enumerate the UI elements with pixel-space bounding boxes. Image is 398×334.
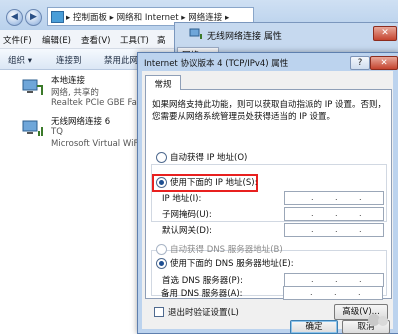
menu-tools[interactable]: 工具(T) bbox=[120, 34, 149, 46]
preferred-dns-label: 首选 DNS 服务器(P): bbox=[162, 276, 243, 286]
disable-device-button[interactable]: 禁用此网 bbox=[104, 54, 138, 66]
forward-arrow-icon: ▶ bbox=[30, 12, 37, 22]
manual-ip-label: 使用下面的 IP 地址(S): bbox=[170, 178, 258, 188]
wireless-adapter-icon bbox=[22, 120, 43, 136]
help-icon: ? bbox=[357, 58, 363, 68]
close-button[interactable]: ✕ bbox=[370, 56, 398, 70]
close-button[interactable]: ✕ bbox=[373, 26, 397, 41]
validate-settings-label: 退出时验证设置(L) bbox=[168, 308, 239, 318]
alternate-dns-label: 备用 DNS 服务器(A): bbox=[161, 289, 243, 299]
control-panel-icon bbox=[51, 11, 64, 23]
description-line-2: 您需要从网络系统管理员处获得适当的 IP 设置。 bbox=[152, 112, 336, 122]
network-adapter-icon bbox=[22, 79, 43, 95]
manual-ip-radio[interactable] bbox=[156, 177, 167, 188]
connection-status: 网络, 共享的 bbox=[51, 88, 99, 98]
list-item[interactable]: 无线网络连接 6 TQ Microsoft Virtual WiFi bbox=[0, 111, 141, 153]
auto-dns-label: 自动获得 DNS 服务器地址(B) bbox=[170, 245, 283, 255]
connection-status: TQ bbox=[51, 127, 63, 137]
ip-address-field[interactable]: ... bbox=[284, 191, 384, 205]
tab-general[interactable]: 常规 bbox=[145, 75, 181, 90]
dialog-title: Internet 协议版本 4 (TCP/IPv4) 属性 bbox=[144, 59, 289, 69]
connection-adapter: Realtek PCIe GBE Fami bbox=[51, 98, 148, 108]
auto-ip-radio[interactable] bbox=[156, 152, 167, 163]
subnet-mask-field[interactable]: ... bbox=[284, 207, 384, 221]
subnet-mask-label: 子网掩码(U): bbox=[162, 210, 212, 220]
ip-address-label: IP 地址(I): bbox=[162, 194, 202, 204]
connect-to-button[interactable]: 连接到 bbox=[56, 54, 82, 66]
back-button[interactable]: ◀ bbox=[6, 9, 23, 26]
window-title: 无线网络连接 属性 bbox=[207, 32, 282, 42]
auto-ip-label: 自动获得 IP 地址(O) bbox=[170, 153, 248, 163]
organize-button[interactable]: 组织 ▾ bbox=[8, 54, 32, 66]
alternate-dns-field[interactable]: ... bbox=[283, 286, 383, 300]
network-icon bbox=[189, 28, 202, 39]
menu-file[interactable]: 文件(F) bbox=[3, 34, 32, 46]
forward-button[interactable]: ▶ bbox=[25, 9, 42, 26]
back-arrow-icon: ◀ bbox=[11, 12, 18, 22]
default-gateway-label: 默认网关(D): bbox=[162, 226, 213, 236]
menu-advanced[interactable]: 高 bbox=[157, 34, 166, 46]
dialog-body: 常规 如果网络支持此功能，则可以获取自动指派的 IP 设置。否则， 您需要从网络… bbox=[142, 71, 393, 334]
help-button[interactable]: ? bbox=[350, 56, 370, 70]
manual-dns-label: 使用下面的 DNS 服务器地址(E): bbox=[170, 259, 294, 269]
close-icon: ✕ bbox=[381, 28, 389, 38]
menu-edit[interactable]: 编辑(E) bbox=[42, 34, 71, 46]
watermark-logo bbox=[368, 314, 388, 326]
close-icon: ✕ bbox=[380, 58, 388, 68]
tab-label: 常规 bbox=[154, 80, 172, 90]
general-tab-panel: 如果网络支持此功能，则可以获取自动指派的 IP 设置。否则， 您需要从网络系统管… bbox=[145, 89, 392, 299]
ok-button-label: 确定 bbox=[305, 322, 323, 332]
description-line-1: 如果网络支持此功能，则可以获取自动指派的 IP 设置。否则， bbox=[152, 100, 387, 110]
connection-name: 无线网络连接 6 bbox=[51, 117, 111, 127]
connection-name: 本地连接 bbox=[51, 76, 86, 86]
auto-dns-radio[interactable] bbox=[156, 244, 167, 255]
menu-view[interactable]: 查看(V) bbox=[81, 34, 110, 46]
tcpipv4-properties-dialog: Internet 协议版本 4 (TCP/IPv4) 属性 ? ✕ 常规 如果网… bbox=[137, 52, 398, 334]
validate-settings-checkbox[interactable] bbox=[154, 307, 164, 317]
default-gateway-field[interactable]: ... bbox=[284, 223, 384, 237]
preferred-dns-field[interactable]: ... bbox=[284, 273, 384, 287]
list-item[interactable]: 本地连接 网络, 共享的 Realtek PCIe GBE Fami bbox=[0, 70, 147, 112]
manual-dns-radio[interactable] bbox=[156, 258, 167, 269]
connection-adapter: Microsoft Virtual WiFi bbox=[51, 139, 141, 149]
